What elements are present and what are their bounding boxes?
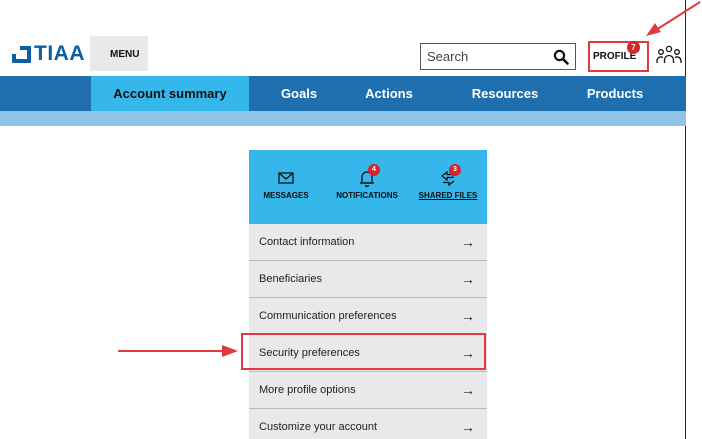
pointer-arrow-icon: [118, 345, 238, 357]
menu-item-more-profile-options[interactable]: More profile options →: [249, 372, 487, 409]
people-icon[interactable]: [656, 45, 682, 65]
messages-label: MESSAGES: [263, 191, 309, 200]
messages-tile[interactable]: MESSAGES: [251, 168, 321, 200]
profile-dropdown: MESSAGES 4 NOTIFICATIONS 3 SHARED FILES …: [249, 150, 487, 439]
arrow-right-icon: →: [461, 234, 475, 250]
nav-item-resources[interactable]: Resources: [455, 76, 555, 111]
arrow-right-icon: →: [461, 382, 475, 398]
security-preferences-highlight-box: [241, 333, 486, 370]
main-nav: Account summary Goals Actions Resources …: [0, 76, 686, 111]
search-box[interactable]: [420, 43, 576, 70]
envelope-icon: [278, 172, 294, 184]
notifications-label: NOTIFICATIONS: [336, 191, 398, 200]
arrow-right-icon: →: [461, 419, 475, 435]
arrow-right-icon: →: [461, 308, 475, 324]
menu-item-communication-preferences[interactable]: Communication preferences →: [249, 298, 487, 335]
shared-files-badge: 3: [449, 164, 461, 176]
profile-notification-badge: 7: [627, 41, 640, 54]
pointer-arrow-icon: [646, 1, 701, 36]
shared-files-label: SHARED FILES: [418, 191, 478, 200]
menu-item-label: Customize your account: [259, 421, 377, 433]
tiaa-logo-mark-icon: [12, 45, 31, 63]
profile-menu-list: Contact information → Beneficiaries → Co…: [249, 224, 487, 439]
nav-item-goals[interactable]: Goals: [262, 76, 336, 111]
menu-item-label: Contact information: [259, 236, 355, 248]
menu-item-customize-your-account[interactable]: Customize your account →: [249, 409, 487, 439]
shared-files-tile[interactable]: 3 SHARED FILES: [411, 164, 485, 200]
menu-item-beneficiaries[interactable]: Beneficiaries →: [249, 261, 487, 298]
bell-icon-wrap: 4: [357, 164, 380, 188]
logo-text: TIAA: [34, 42, 85, 65]
menu-item-label: Beneficiaries: [259, 273, 322, 285]
search-icon[interactable]: [553, 49, 569, 65]
nav-item-account-summary[interactable]: Account summary: [91, 76, 249, 111]
transfer-arrows-icon-wrap: 3: [438, 164, 461, 188]
notifications-tile[interactable]: 4 NOTIFICATIONS: [327, 164, 407, 200]
arrow-right-icon: →: [461, 271, 475, 287]
sub-nav-bar: [0, 111, 686, 126]
profile-dropdown-header: MESSAGES 4 NOTIFICATIONS 3 SHARED FILES: [249, 150, 487, 224]
nav-item-products[interactable]: Products: [570, 76, 660, 111]
search-input[interactable]: [427, 49, 537, 64]
menu-item-contact-information[interactable]: Contact information →: [249, 224, 487, 261]
nav-item-actions[interactable]: Actions: [350, 76, 428, 111]
menu-item-label: More profile options: [259, 384, 356, 396]
menu-item-label: Communication preferences: [259, 310, 397, 322]
notifications-badge: 4: [368, 164, 380, 176]
tiaa-logo[interactable]: TIAA: [12, 42, 85, 66]
menu-button[interactable]: MENU: [90, 36, 148, 71]
